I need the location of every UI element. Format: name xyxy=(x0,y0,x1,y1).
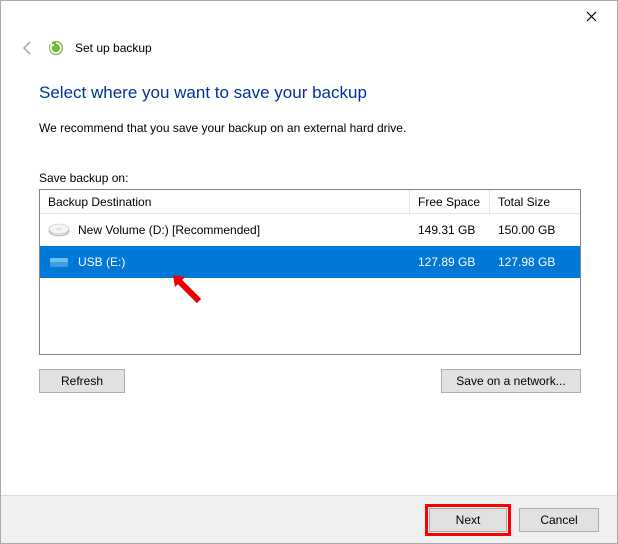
table-header: Backup Destination Free Space Total Size xyxy=(40,190,580,214)
row-free-space: 149.31 GB xyxy=(410,223,490,237)
footer-bar: Next Cancel xyxy=(1,495,617,543)
row-free-space: 127.89 GB xyxy=(410,255,490,269)
save-backup-label: Save backup on: xyxy=(39,171,579,185)
recommendation-text: We recommend that you save your backup o… xyxy=(39,121,579,135)
close-button[interactable] xyxy=(571,3,611,29)
hdd-drive-icon xyxy=(48,221,70,239)
row-total-size: 127.98 GB xyxy=(490,255,580,269)
row-destination-name: New Volume (D:) [Recommended] xyxy=(78,223,260,237)
table-row[interactable]: New Volume (D:) [Recommended] 149.31 GB … xyxy=(40,214,580,246)
usb-drive-icon xyxy=(48,253,70,271)
cancel-button[interactable]: Cancel xyxy=(519,508,599,532)
table-row[interactable]: USB (E:) 127.89 GB 127.98 GB xyxy=(40,246,580,278)
column-header-free-space[interactable]: Free Space xyxy=(410,190,490,213)
save-on-network-button[interactable]: Save on a network... xyxy=(441,369,581,393)
row-total-size: 150.00 GB xyxy=(490,223,580,237)
window-title: Set up backup xyxy=(75,41,152,55)
refresh-button[interactable]: Refresh xyxy=(39,369,125,393)
next-button[interactable]: Next xyxy=(429,508,507,532)
backup-destination-table: Backup Destination Free Space Total Size… xyxy=(39,189,581,355)
row-destination-name: USB (E:) xyxy=(78,255,125,269)
backup-icon xyxy=(47,39,65,57)
column-header-destination[interactable]: Backup Destination xyxy=(40,190,410,213)
next-button-highlight: Next xyxy=(425,504,511,536)
back-arrow-icon[interactable] xyxy=(19,39,37,57)
page-heading: Select where you want to save your backu… xyxy=(39,83,579,103)
column-header-total-size[interactable]: Total Size xyxy=(490,190,580,213)
